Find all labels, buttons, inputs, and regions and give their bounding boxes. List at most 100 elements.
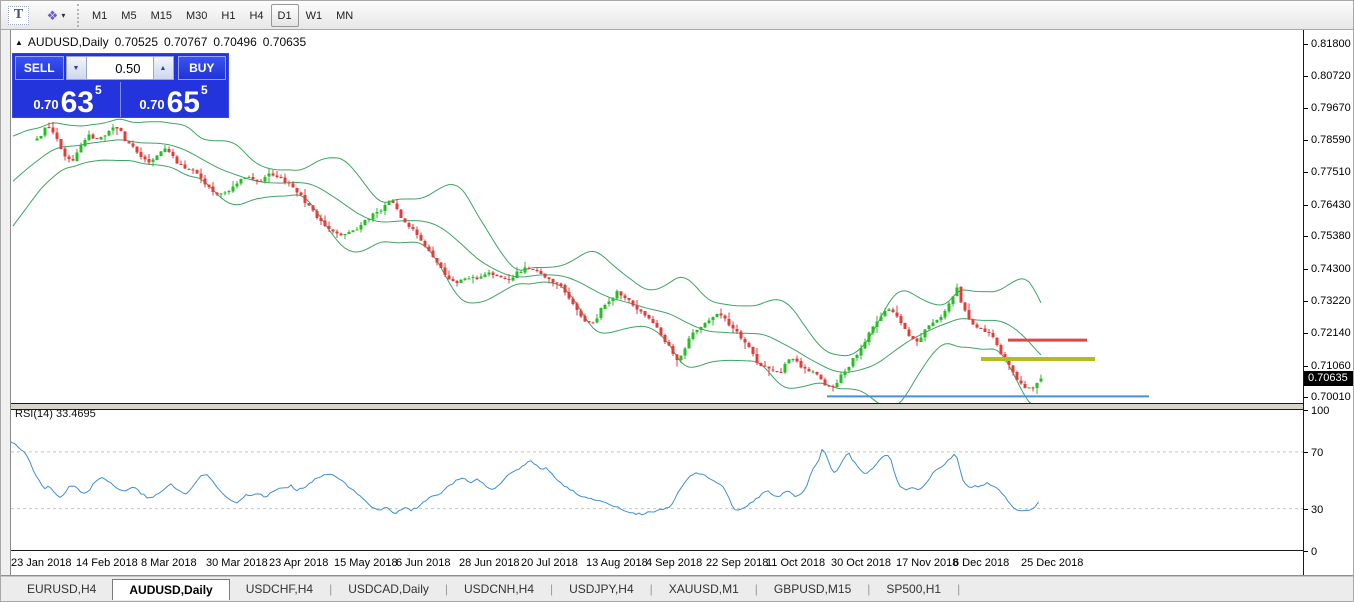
date-label: 6 Jun 2018 (396, 557, 450, 569)
tab-sp500-h1[interactable]: SP500,H1 (870, 579, 957, 599)
date-label: 15 May 2018 (334, 557, 398, 569)
date-label: 8 Mar 2018 (141, 557, 197, 569)
price-tick (1304, 301, 1308, 302)
text-tool-button[interactable]: T (6, 4, 31, 27)
date-label: 11 Oct 2018 (766, 557, 825, 569)
date-label: 28 Jun 2018 (459, 557, 520, 569)
price-tick-label: 0.73220 (1311, 295, 1351, 307)
pane-separator[interactable] (11, 403, 1354, 410)
rsi-indicator-label: RSI(14) 33.4695 (15, 408, 96, 420)
collapse-marker-icon: ▲ (15, 38, 23, 47)
tab-eurusd-h4[interactable]: EURUSD,H4 (11, 579, 112, 599)
price-tick (1304, 269, 1308, 270)
price-tick-label: 0.74300 (1311, 263, 1351, 275)
timeframe-m15-button[interactable]: M15 (144, 4, 179, 27)
timeframe-m5-button[interactable]: M5 (114, 4, 143, 27)
rsi-tick-label: 100 (1311, 405, 1329, 417)
drawing-tool-button[interactable]: ❖ ▾ (39, 4, 73, 27)
toolbar-grip[interactable] (77, 4, 82, 27)
price-tick (1304, 108, 1308, 109)
date-label: 23 Apr 2018 (269, 557, 328, 569)
ohlc-open: 0.70525 (115, 35, 158, 49)
price-tick-label: 0.80720 (1311, 70, 1351, 82)
date-label: 30 Oct 2018 (831, 557, 891, 569)
date-label: 23 Jan 2018 (11, 557, 72, 569)
ohlc-close: 0.70635 (263, 35, 306, 49)
date-label: 4 Sep 2018 (646, 557, 702, 569)
current-price-badge: 0.70635 (1304, 371, 1354, 386)
date-label: 25 Dec 2018 (1021, 557, 1083, 569)
price-tick-label: 0.79670 (1311, 102, 1351, 114)
price-tick (1304, 172, 1308, 173)
date-label: 17 Nov 2018 (896, 557, 958, 569)
text-tool-icon: T (8, 6, 29, 25)
buy-price-display[interactable]: 0.70 65 5 (121, 82, 226, 117)
date-label: 30 Mar 2018 (206, 557, 268, 569)
price-tick (1304, 44, 1308, 45)
price-tick (1304, 333, 1308, 334)
buy-price-pips: 65 (167, 90, 200, 116)
rsi-tick-label: 70 (1311, 447, 1323, 459)
rsi-tick (1304, 509, 1308, 510)
timeframe-m1-button[interactable]: M1 (85, 4, 114, 27)
timeframe-m30-button[interactable]: M30 (179, 4, 214, 27)
price-tick-label: 0.77510 (1311, 166, 1351, 178)
rsi-pane (11, 441, 1303, 515)
timeframe-mn-button[interactable]: MN (329, 4, 360, 27)
bollinger-lower-band (13, 160, 1041, 407)
bollinger-middle-band (13, 140, 1041, 372)
price-tick-label: 0.76430 (1311, 199, 1351, 211)
price-axis[interactable]: 0.70635 0.81800 0.80720 0.79670 0.78590 0.77… (1303, 30, 1354, 575)
ohlc-low: 0.70496 (213, 35, 256, 49)
rsi-tick (1304, 410, 1308, 411)
price-tick (1304, 397, 1308, 398)
timeframe-h1-button[interactable]: H1 (214, 4, 242, 27)
buy-price-point: 5 (201, 83, 208, 97)
price-tick (1304, 366, 1308, 367)
tab-usdjpy-h4[interactable]: USDJPY,H4 (553, 579, 649, 599)
chart-area: ▲AUDUSD,Daily0.705250.707670.704960.7063… (1, 30, 1354, 576)
price-tick (1304, 236, 1308, 237)
rsi-tick-label: 30 (1311, 504, 1323, 516)
bollinger-upper-band (13, 119, 1041, 355)
price-tick (1304, 76, 1308, 77)
timeframe-w1-button[interactable]: W1 (299, 4, 330, 27)
buy-button[interactable]: BUY (178, 56, 227, 80)
price-tick-label: 0.78590 (1311, 134, 1351, 146)
tab-usdcad-daily[interactable]: USDCAD,Daily (332, 579, 445, 599)
tab-audusd-daily[interactable]: AUDUSD,Daily (112, 579, 229, 600)
date-label: 22 Sep 2018 (706, 557, 768, 569)
terminal-window: T ❖ ▾ M1M5M15M30H1H4D1W1MN ▲ AUDUSD,Daily… (0, 0, 1354, 602)
left-gutter (1, 30, 11, 576)
rsi-tick (1304, 452, 1308, 453)
rsi-tick-label: 0 (1311, 546, 1317, 558)
tab-xauusd-m1[interactable]: XAUUSD,M1 (653, 579, 755, 599)
date-label: 20 Jul 2018 (521, 557, 578, 569)
sell-price-display[interactable]: 0.70 63 5 (15, 82, 121, 117)
sell-price-point: 5 (95, 83, 102, 97)
timeframe-toolbar: M1M5M15M30H1H4D1W1MN (85, 4, 360, 27)
sell-button[interactable]: SELL (15, 56, 64, 80)
volume-decrease-button[interactable]: ▼ (66, 56, 87, 80)
chart-tabs-bar: EURUSD,H4AUDUSD,DailyUSDCHF,H4|USDCAD,Da… (1, 576, 1354, 602)
tab-gbpusd-m15[interactable]: GBPUSD,M15 (758, 579, 867, 599)
price-pane (13, 119, 1041, 407)
volume-input[interactable] (87, 56, 153, 80)
sell-price-base: 0.70 (33, 97, 58, 112)
price-tick-label: 0.70010 (1311, 391, 1351, 403)
toolbar: T ❖ ▾ M1M5M15M30H1H4D1W1MN (1, 1, 1354, 30)
date-label: 13 Aug 2018 (586, 557, 648, 569)
rsi-tick (1304, 551, 1308, 552)
price-tick (1304, 205, 1308, 206)
timeframe-h4-button[interactable]: H4 (242, 4, 270, 27)
time-axis[interactable]: 23 Jan 201814 Feb 20188 Mar 201830 Mar 2… (11, 551, 1303, 575)
date-label: 6 Dec 2018 (953, 557, 1009, 569)
volume-increase-button[interactable]: ▲ (153, 56, 174, 80)
price-tick-label: 0.81800 (1311, 38, 1351, 50)
timeframe-d1-button[interactable]: D1 (271, 4, 299, 27)
tab-usdcnh-h4[interactable]: USDCNH,H4 (448, 579, 550, 599)
tab-usdchf-h4[interactable]: USDCHF,H4 (230, 579, 329, 599)
drawing-tool-icon: ❖ (47, 8, 59, 24)
buy-price-base: 0.70 (139, 97, 164, 112)
chevron-down-icon: ▾ (61, 11, 65, 20)
